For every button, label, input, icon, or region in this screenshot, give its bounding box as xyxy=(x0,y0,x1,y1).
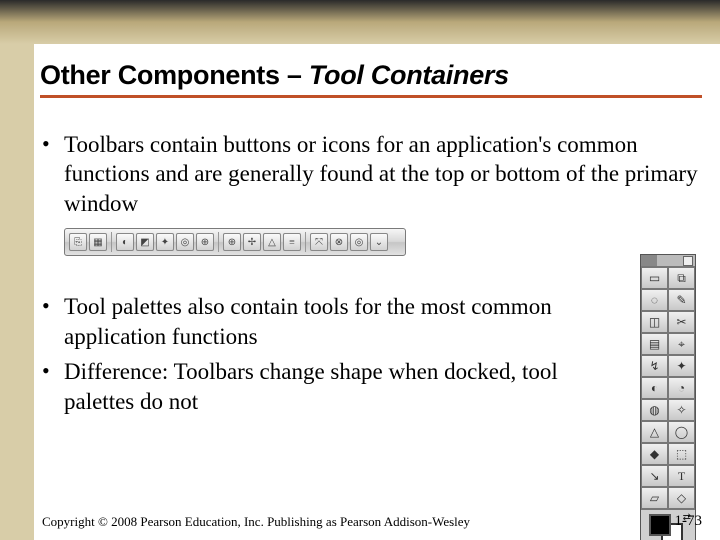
palette-icon: ◆ xyxy=(641,443,668,465)
toolbar-icon: ⊕ xyxy=(223,233,241,251)
toolbar-separator xyxy=(218,232,219,252)
slide-number: 1-73 xyxy=(675,513,703,530)
bullet-1: Toolbars contain buttons or icons for an… xyxy=(40,130,702,218)
side-band xyxy=(0,44,34,540)
toolbar-icon: ⊗ xyxy=(330,233,348,251)
palette-icon: ⧉ xyxy=(668,267,695,289)
toolbar-icon: ◎ xyxy=(350,233,368,251)
toolbar-example: ⎘ ▦ ◐ ◩ ✦ ◎ ⊕ ⊕ ✢ △ ≡ ⤧ ⊗ ◎ ⌄ xyxy=(64,228,406,256)
toolbar-icon: △ xyxy=(263,233,281,251)
toolbar-icon: ✢ xyxy=(243,233,261,251)
palette-icon: ◯ xyxy=(668,421,695,443)
slide-title: Other Components – Tool Containers xyxy=(40,60,702,98)
toolbar-icon: ≡ xyxy=(283,233,301,251)
copyright-text: Copyright © 2008 Pearson Education, Inc.… xyxy=(42,514,470,530)
header-gradient xyxy=(0,0,720,44)
toolbar-icon: ▦ xyxy=(89,233,107,251)
bullet-2: Tool palettes also contain tools for the… xyxy=(40,292,580,351)
palette-grid: ▭ ⧉ ◌ ✎ ◫ ✂ ▤ ⌖ ↯ ✦ ◐ ◔ ◍ ✧ △ ◯ ◆ ⬚ ↘ T … xyxy=(641,267,695,509)
toolbar-icon: ◎ xyxy=(176,233,194,251)
palette-icon: ◍ xyxy=(641,399,668,421)
palette-icon: ↯ xyxy=(641,355,668,377)
palette-icon: ↘ xyxy=(641,465,668,487)
toolbar-icon: ⌄ xyxy=(370,233,388,251)
palette-icon: ▱ xyxy=(641,487,668,509)
palette-icon: ◌ xyxy=(641,289,668,311)
palette-icon: ✧ xyxy=(668,399,695,421)
palette-icon: ▤ xyxy=(641,333,668,355)
palette-icon: ◫ xyxy=(641,311,668,333)
palette-icon: ◇ xyxy=(668,487,695,509)
tool-palette-example: ▭ ⧉ ◌ ✎ ◫ ✂ ▤ ⌖ ↯ ✦ ◐ ◔ ◍ ✧ △ ◯ ◆ ⬚ ↘ T … xyxy=(640,254,696,540)
palette-icon: △ xyxy=(641,421,668,443)
toolbar-icon: ◐ xyxy=(116,233,134,251)
toolbar-icon: ⊕ xyxy=(196,233,214,251)
footer: Copyright © 2008 Pearson Education, Inc.… xyxy=(42,513,702,530)
palette-icon: ⬚ xyxy=(668,443,695,465)
toolbar-icon: ⤧ xyxy=(310,233,328,251)
slide-content: Other Components – Tool Containers Toolb… xyxy=(34,44,720,540)
title-italic: Tool Containers xyxy=(309,60,509,90)
palette-icon: ⌖ xyxy=(668,333,695,355)
palette-icon: ◐ xyxy=(641,377,668,399)
palette-icon: ✂ xyxy=(668,311,695,333)
bullet-list-2: Tool palettes also contain tools for the… xyxy=(40,292,580,416)
palette-icon: ◔ xyxy=(668,377,695,399)
toolbar-separator xyxy=(305,232,306,252)
toolbar-separator xyxy=(111,232,112,252)
toolbar-icon: ⎘ xyxy=(69,233,87,251)
palette-icon: ✎ xyxy=(668,289,695,311)
palette-header xyxy=(641,255,695,267)
bullet-3: Difference: Toolbars change shape when d… xyxy=(40,357,580,416)
palette-icon: ✦ xyxy=(668,355,695,377)
toolbar-icon: ◩ xyxy=(136,233,154,251)
title-plain: Other Components – xyxy=(40,60,309,90)
toolbar-icon: ✦ xyxy=(156,233,174,251)
palette-icon: ▭ xyxy=(641,267,668,289)
palette-icon: T xyxy=(668,465,695,487)
bullet-list: Toolbars contain buttons or icons for an… xyxy=(40,130,702,218)
